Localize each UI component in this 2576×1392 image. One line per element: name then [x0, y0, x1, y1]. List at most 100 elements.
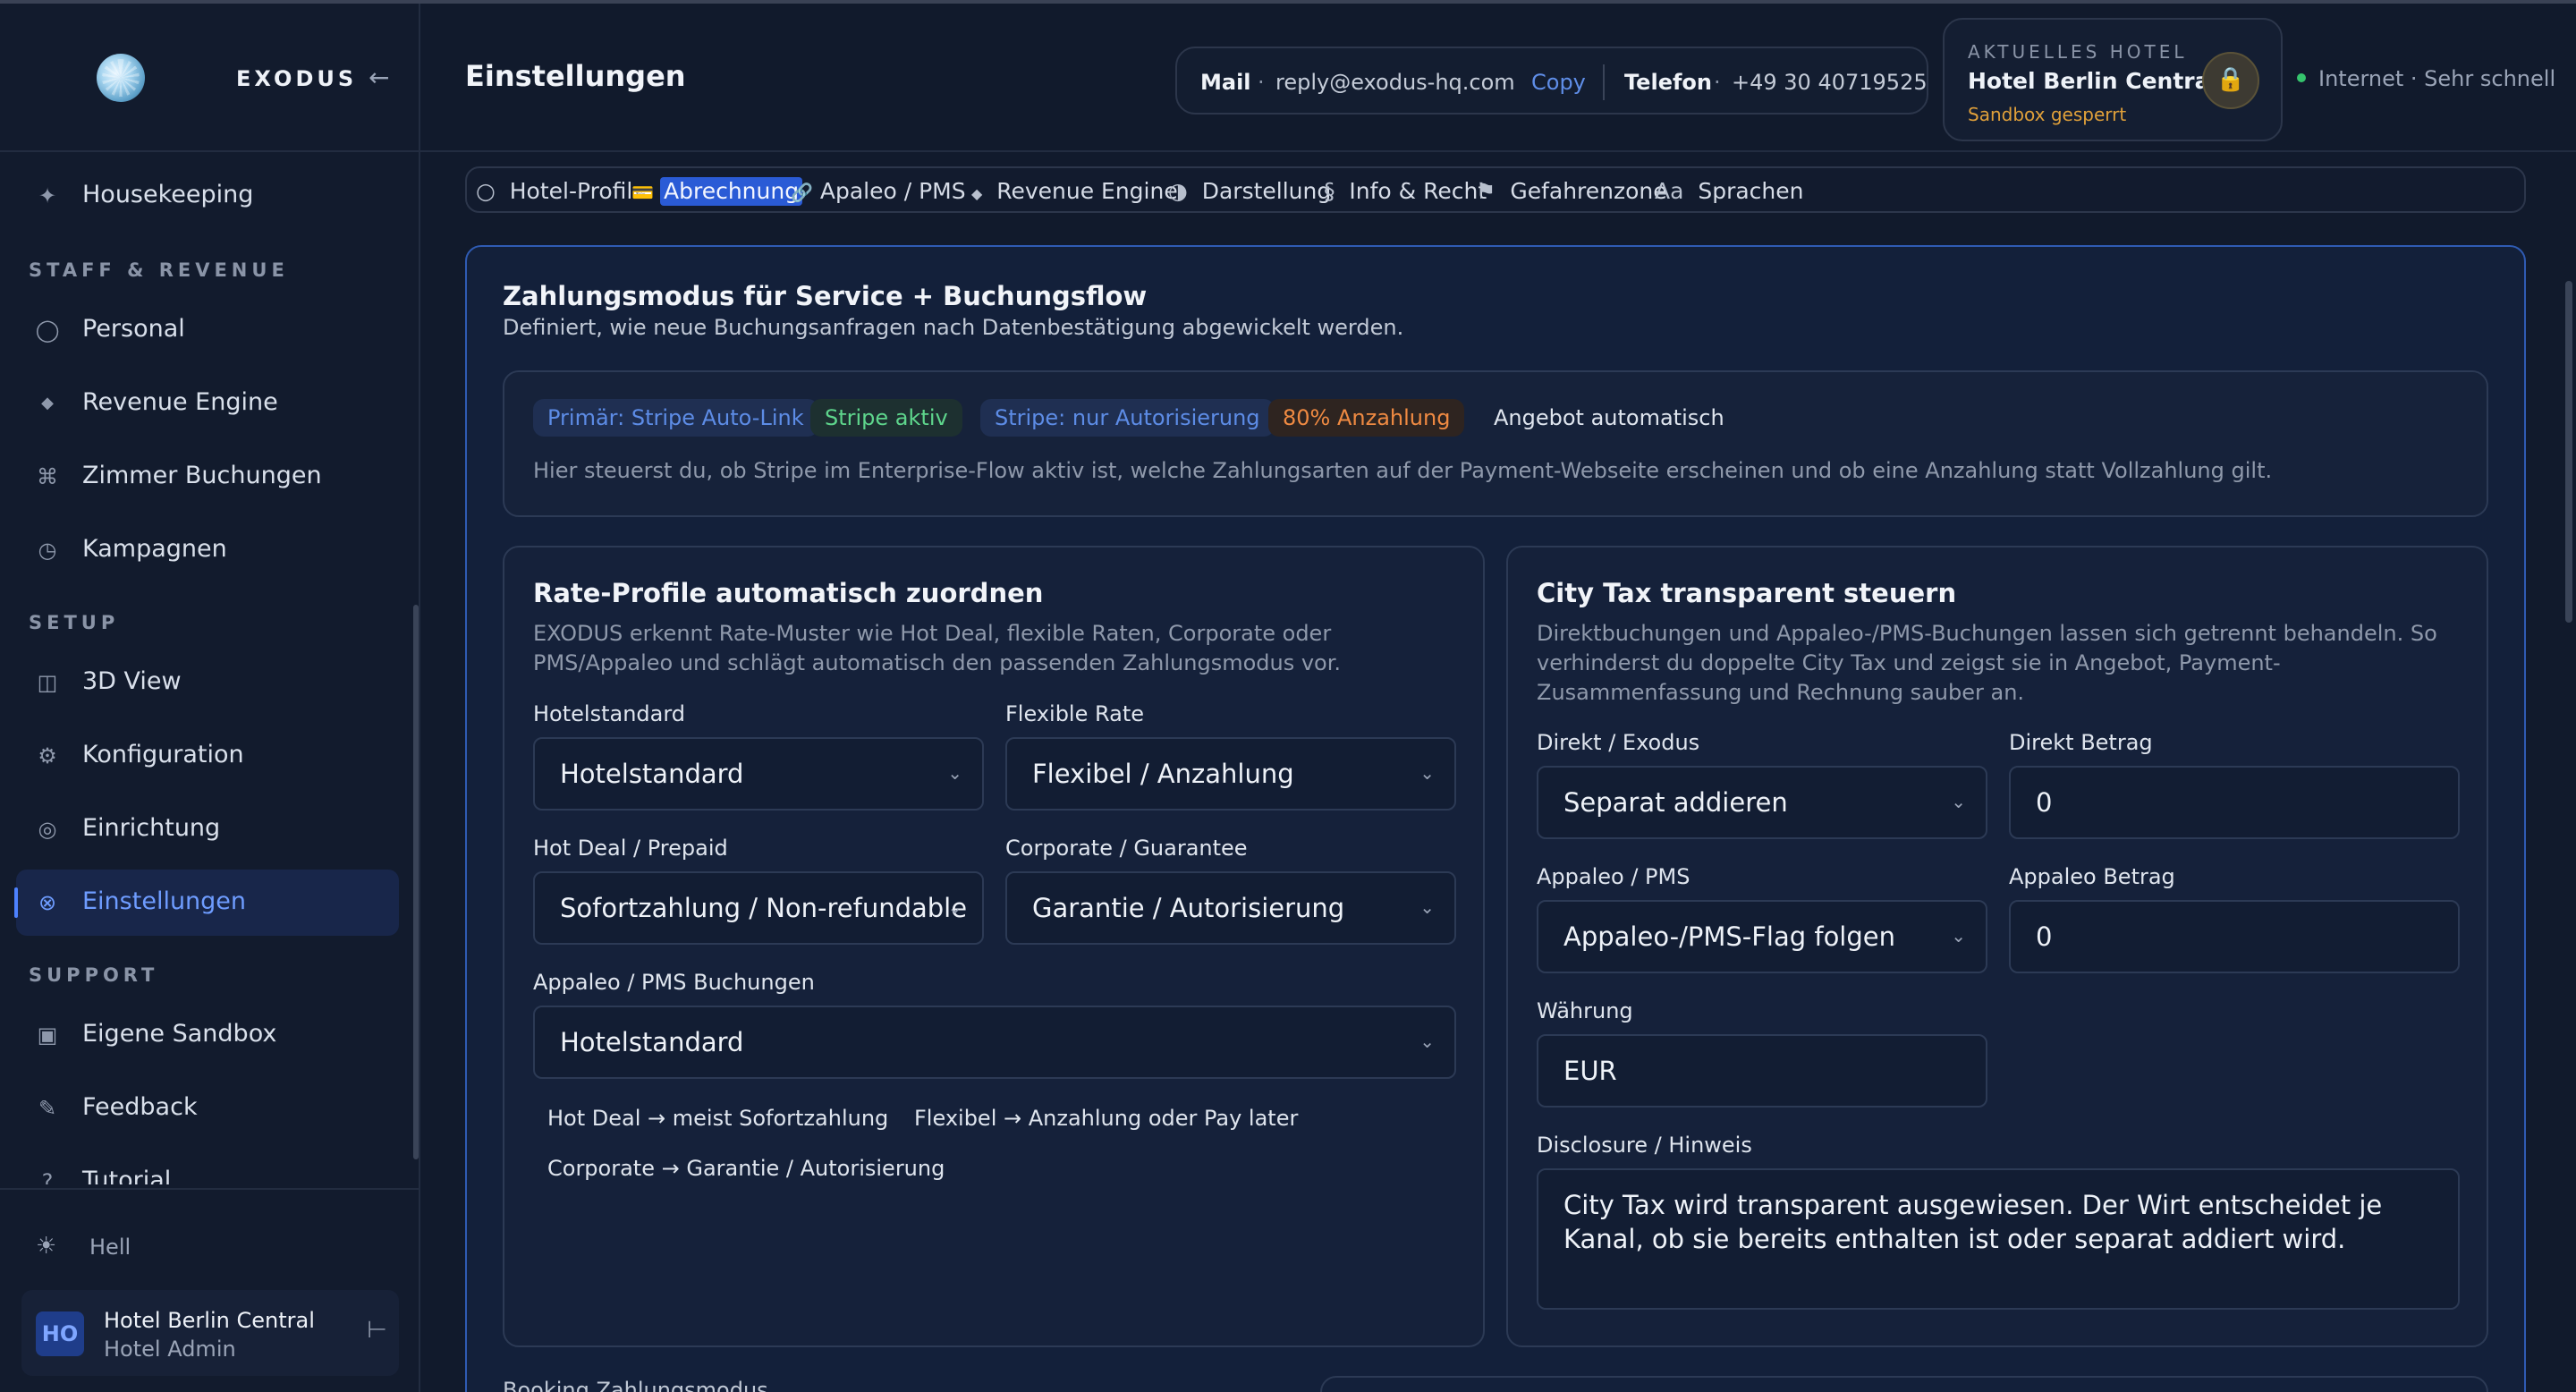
- chevron-down-icon: ⌄: [1419, 896, 1435, 918]
- section-staff-revenue: STAFF & REVENUE: [29, 259, 289, 281]
- sun-icon: ☀: [36, 1233, 57, 1260]
- chevron-down-icon: ⌄: [1951, 791, 1966, 812]
- select-value: Separat addieren: [1563, 787, 1788, 818]
- user-card[interactable]: HO Hotel Berlin Central Hotel Admin ⊢: [21, 1290, 399, 1376]
- sparkle-icon: ✦: [38, 183, 57, 208]
- tab-info-recht[interactable]: § Info & Recht: [1324, 177, 1487, 206]
- target-icon: ◎: [38, 817, 57, 842]
- input-value: 0: [2036, 787, 2053, 818]
- tab-hotel-profil[interactable]: ○ Hotel-Profil: [476, 177, 632, 206]
- appaleo-pms-select[interactable]: Appaleo-/PMS-Flag folgen ⌄: [1537, 900, 1987, 973]
- page-title: Einstellungen: [465, 59, 686, 93]
- direkt-exodus-select[interactable]: Separat addieren ⌄: [1537, 766, 1987, 839]
- sidebar-item-einrichtung[interactable]: ◎ Einrichtung: [16, 796, 399, 862]
- logout-icon[interactable]: ⊢: [367, 1317, 387, 1344]
- corporate-label: Corporate / Guarantee: [1005, 836, 1248, 861]
- top-header: Einstellungen Mail · reply@exodus-hq.com…: [420, 4, 2576, 152]
- disclosure-label: Disclosure / Hinweis: [1537, 1133, 1752, 1158]
- section-setup: SETUP: [29, 612, 120, 633]
- tab-abrechnung-icon-wrap[interactable]: 💳: [631, 177, 654, 206]
- textarea-value: City Tax wird transparent ausgewiesen. D…: [1563, 1190, 2383, 1254]
- circle-icon: ○: [476, 178, 496, 204]
- avatar: HO: [36, 1311, 84, 1356]
- tab-darstellung[interactable]: ◑ Darstellung: [1168, 177, 1331, 206]
- summary-text: Hier steuerst du, ob Stripe im Enterpris…: [533, 458, 2273, 483]
- tab-abrechnung[interactable]: Abrechnung: [660, 177, 803, 206]
- sidebar-item-einstellungen[interactable]: ⊗ Einstellungen: [14, 870, 399, 936]
- sidebar-divider: [0, 1188, 419, 1190]
- hotdeal-select[interactable]: Sofortzahlung / Non-refundable ⌄: [533, 871, 984, 945]
- chevron-down-icon: ⌄: [947, 896, 962, 918]
- waehrung-label: Währung: [1537, 998, 1633, 1023]
- tab-label: Info & Recht: [1349, 178, 1487, 204]
- hotelstandard-select[interactable]: Hotelstandard ⌄: [533, 737, 984, 811]
- rate-hint: Hot Deal → meist Sofortzahlung: [547, 1106, 889, 1131]
- status-dot-icon: [2297, 73, 2306, 82]
- sandbox-icon: ▣: [37, 1023, 58, 1048]
- waehrung-input[interactable]: EUR: [1537, 1034, 1987, 1108]
- user-name: Hotel Berlin Central: [104, 1308, 315, 1333]
- gear-icon: ⚙: [38, 743, 57, 768]
- contrast-icon: ◑: [1168, 178, 1188, 204]
- phone-label: Telefon: [1624, 70, 1712, 95]
- lock-icon[interactable]: 🔒: [2202, 52, 2259, 109]
- appaleo-betrag-input[interactable]: 0: [2009, 900, 2460, 973]
- input-value: EUR: [1563, 1056, 1617, 1086]
- sandbox-status: Sandbox gesperrt: [1968, 104, 2127, 125]
- current-hotel-pill[interactable]: AKTUELLES HOTEL Hotel Berlin Central San…: [1943, 18, 2283, 141]
- sidebar-item-eigene-sandbox[interactable]: ▣ Eigene Sandbox: [16, 1002, 399, 1068]
- flexible-rate-select[interactable]: Flexibel / Anzahlung ⌄: [1005, 737, 1456, 811]
- status-badge: 80% Anzahlung: [1268, 399, 1465, 437]
- sidebar-item-label: Feedback: [82, 1093, 198, 1121]
- sidebar-item-konfiguration[interactable]: ⚙ Konfiguration: [16, 723, 399, 789]
- tab-sprachen[interactable]: Aa Sprachen: [1655, 177, 1803, 206]
- tab-label: Apaleo / PMS: [819, 178, 966, 204]
- tab-label: Darstellung: [1201, 178, 1332, 204]
- sidebar-scrollbar[interactable]: [413, 605, 419, 1159]
- diamond-icon: ◆: [41, 394, 54, 412]
- sidebar: EXODUS ← ✦ Housekeeping STAFF & REVENUE …: [0, 4, 420, 1392]
- sidebar-item-label: Personal: [82, 315, 185, 343]
- mail-value: reply@exodus-hq.com: [1275, 70, 1515, 95]
- copy-mail-button[interactable]: Copy: [1531, 70, 1586, 95]
- select-value: Appaleo-/PMS-Flag folgen: [1563, 921, 1895, 952]
- sidebar-item-revenue-engine[interactable]: ◆ Revenue Engine: [16, 370, 399, 437]
- current-hotel-name: Hotel Berlin Central: [1968, 68, 2218, 94]
- sidebar-item-label: Tutorial: [82, 1167, 172, 1184]
- page-scrollbar[interactable]: [2565, 281, 2572, 623]
- tab-revenue-engine[interactable]: ◆ Revenue Engine: [971, 177, 1178, 206]
- sidebar-item-personal[interactable]: ◯ Personal: [16, 297, 399, 363]
- command-icon: ⌘: [37, 464, 58, 489]
- panel-subtitle: Definiert, wie neue Buchungsanfragen nac…: [503, 315, 1404, 340]
- diamond-icon: ◆: [971, 185, 983, 202]
- card-title: City Tax transparent steuern: [1537, 578, 1957, 608]
- sidebar-item-3d-view[interactable]: ◫ 3D View: [16, 649, 399, 716]
- credit-card-icon: 💳: [631, 182, 654, 203]
- status-badge: Stripe: nur Autorisierung: [980, 399, 1275, 437]
- cube-icon: ◫: [37, 670, 58, 695]
- sidebar-item-kampagnen[interactable]: ◷ Kampagnen: [16, 517, 399, 583]
- sidebar-item-label: Revenue Engine: [82, 388, 278, 416]
- corporate-select[interactable]: Garantie / Autorisierung ⌄: [1005, 871, 1456, 945]
- payment-summary-box: Primär: Stripe Auto-Link Stripe aktiv St…: [503, 370, 2488, 517]
- sidebar-item-feedback[interactable]: ✎ Feedback: [16, 1075, 399, 1142]
- tab-gefahrenzone[interactable]: ⚑ Gefahrenzone: [1476, 177, 1667, 206]
- sidebar-item-zimmer-buchungen[interactable]: ⌘ Zimmer Buchungen: [16, 444, 399, 510]
- sidebar-item-tutorial[interactable]: ? Tutorial: [16, 1149, 399, 1184]
- theme-label: Hell: [89, 1235, 131, 1260]
- tab-apaleo-pms[interactable]: 🔗 Apaleo / PMS: [791, 177, 966, 206]
- direkt-betrag-input[interactable]: 0: [2009, 766, 2460, 839]
- chevron-down-icon: ⌄: [1419, 762, 1435, 784]
- brand-header: EXODUS ←: [0, 4, 419, 152]
- disclosure-textarea[interactable]: City Tax wird transparent ausgewiesen. D…: [1537, 1168, 2460, 1310]
- collapse-sidebar-icon[interactable]: ←: [369, 63, 389, 92]
- panel-title: Zahlungsmodus für Service + Buchungsflow: [503, 281, 1148, 311]
- tab-label: Gefahrenzone: [1510, 178, 1667, 204]
- link-icon: 🔗: [791, 182, 813, 203]
- flexible-rate-label: Flexible Rate: [1005, 701, 1145, 726]
- hotdeal-label: Hot Deal / Prepaid: [533, 836, 728, 861]
- direkt-exodus-label: Direkt / Exodus: [1537, 730, 1700, 755]
- pencil-icon: ✎: [38, 1096, 57, 1121]
- appaleo-bookings-select[interactable]: Hotelstandard ⌄: [533, 1006, 1456, 1079]
- sidebar-item-housekeeping[interactable]: ✦ Housekeeping: [16, 163, 399, 229]
